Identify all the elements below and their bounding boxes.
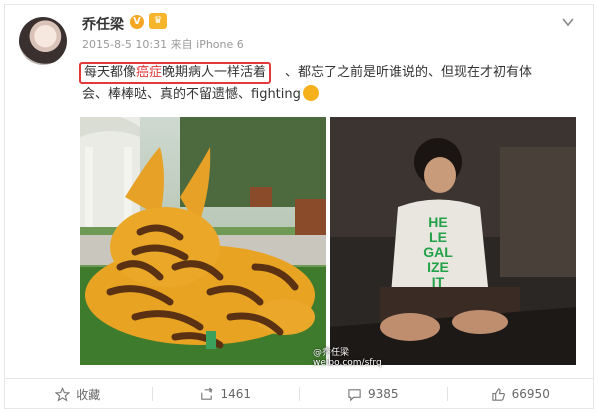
repost-icon <box>201 386 214 400</box>
post-image-portrait[interactable]: HE LE GAL IZE IT <box>330 117 576 365</box>
comment-button[interactable]: 9385 <box>299 379 447 409</box>
shirt-text-4: IZE <box>427 259 449 275</box>
text-highlight-red: 癌症 <box>136 65 163 80</box>
post-image-sculpture[interactable] <box>80 117 326 365</box>
post-source: 来自 iPhone 6 <box>170 38 244 51</box>
member-crown-icon: ♛ <box>149 13 167 29</box>
post-meta: 2015-8-5 10:31 来自 iPhone 6 <box>82 36 244 52</box>
comment-count: 9385 <box>367 387 399 401</box>
author-name[interactable]: 乔任梁 <box>82 14 124 34</box>
shirt-text-1: HE <box>428 214 447 230</box>
chevron-down-icon[interactable] <box>562 16 574 28</box>
like-count: 66950 <box>511 387 550 401</box>
verified-badge-icon: V <box>130 15 144 29</box>
highlight-box: 每天都像癌症晚期病人一样活着 <box>79 62 272 84</box>
comment-icon <box>348 388 361 401</box>
repost-count: 1461 <box>220 387 252 401</box>
star-icon <box>55 386 71 401</box>
image-watermark: @乔任梁 weibo.com/sfrq <box>313 348 382 368</box>
sun-emoji-icon <box>302 85 319 101</box>
favorite-label: 收藏 <box>76 387 101 402</box>
like-button[interactable]: 66950 <box>446 379 595 409</box>
text-line1-rest: 、都忘了之前是听谁说的、但现在才初有体 <box>285 65 533 80</box>
watermark-line2: weibo.com/sfrq <box>313 358 382 368</box>
avatar[interactable] <box>19 17 67 65</box>
watermark-line1: @乔任梁 <box>313 348 350 358</box>
text-highlight-before: 每天都像 <box>84 65 137 80</box>
post-text: 每天都像癌症晚期病人一样活着 、都忘了之前是听谁说的、但现在才初有体 会、棒棒哒、… <box>79 62 572 106</box>
repost-button[interactable]: 1461 <box>151 379 300 409</box>
shirt-text-3: GAL <box>423 244 453 260</box>
favorite-button[interactable]: 收藏 <box>4 379 152 409</box>
post-timestamp[interactable]: 2015-8-5 10:31 <box>82 38 167 51</box>
shirt-text-2: LE <box>429 229 447 245</box>
thumbs-up-icon <box>491 387 505 401</box>
text-highlight-after: 晚期病人一样活着 <box>162 65 267 80</box>
text-line2: 会、棒棒哒、真的不留遗憾、fighting <box>82 87 301 102</box>
shirt-text-5: IT <box>432 274 445 290</box>
action-bar: 收藏 1461 9385 66950 <box>4 379 594 409</box>
